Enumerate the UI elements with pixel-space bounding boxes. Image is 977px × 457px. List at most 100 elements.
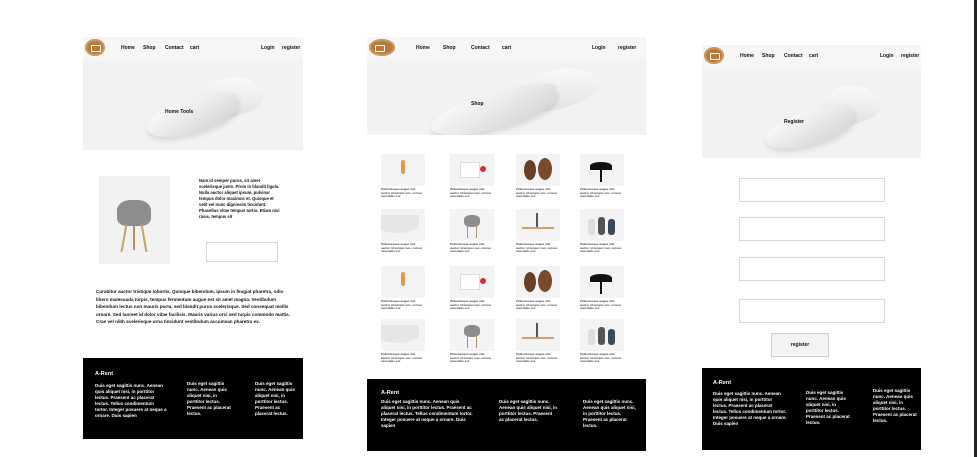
bottles-image	[580, 319, 624, 351]
nav-home[interactable]: Home	[740, 53, 754, 59]
logo-icon[interactable]	[704, 47, 724, 64]
product-card[interactable]: Pellentesque augue nisl, auctor id tempo…	[580, 266, 624, 311]
register-field-4[interactable]	[739, 299, 885, 323]
nav-home[interactable]: Home	[416, 45, 430, 51]
navbar: Home Shop Contact cart Login register	[367, 37, 646, 59]
product-card[interactable]: Pellentesque augue nisl, auctor id tempo…	[516, 266, 560, 311]
product-caption: Pellentesque augue nisl, auctor id tempo…	[381, 352, 423, 364]
logo-icon[interactable]	[369, 39, 395, 56]
product-description: Nam id semper purus, sit amet scelerisqu…	[199, 178, 280, 219]
footer: A-Rent Duis eget sagittis nunc. Aenean q…	[83, 358, 303, 439]
product-card[interactable]: Pellentesque augue nisl, auctor id tempo…	[580, 154, 624, 199]
hero-banner: Register	[702, 67, 921, 158]
table-lamp-image	[450, 154, 494, 186]
product-caption: Pellentesque augue nisl, auctor id tempo…	[580, 187, 622, 199]
product-caption: Pellentesque augue nisl, auctor id tempo…	[450, 187, 492, 199]
nav-contact[interactable]: Contact	[784, 53, 803, 59]
vases-image	[516, 266, 560, 298]
product-card[interactable]: Pellentesque augue nisl, auctor id tempo…	[516, 209, 560, 254]
product-card[interactable]: Pellentesque augue nisl, auctor id tempo…	[381, 319, 425, 364]
product-card[interactable]: Pellentesque augue nisl, auctor id tempo…	[450, 319, 494, 364]
footer-col-3: Duis eget sagittis nunc. Aenean quis ali…	[255, 381, 295, 416]
product-caption: Pellentesque augue nisl, auctor id tempo…	[381, 299, 423, 311]
hero-title: Register	[784, 119, 805, 125]
footer-brand: A-Rent	[381, 390, 400, 396]
nav-shop[interactable]: Shop	[762, 53, 775, 59]
product-caption: Pellentesque augue nisl, auctor id tempo…	[580, 299, 622, 311]
pendant-lamp-image	[381, 154, 425, 186]
chair-leg	[140, 224, 148, 252]
product-caption: Pellentesque augue nisl, auctor id tempo…	[516, 242, 558, 254]
nav-home[interactable]: Home	[121, 45, 135, 51]
ceiling-lamp-image	[381, 319, 425, 351]
nav-login[interactable]: Login	[592, 45, 606, 51]
nav-shop[interactable]: Shop	[443, 45, 456, 51]
hero-title: Home Tools	[165, 109, 194, 115]
footer-col-3: Duis eget sagittis nunc. Aenean quis ali…	[873, 388, 917, 423]
hero-banner: Shop	[367, 59, 646, 135]
footer-col-2: Duis eget sagittis nunc. Aenean quis ali…	[187, 381, 231, 416]
product-card[interactable]: Pellentesque augue nisl, auctor id tempo…	[381, 154, 425, 199]
footer-col-1: Duis eget sagittis nunc. Aenean quis ali…	[713, 391, 787, 426]
footer-col-1: Duis eget sagittis nunc. Aenean quis ali…	[381, 399, 473, 428]
product-caption: Pellentesque augue nisl, auctor id tempo…	[516, 352, 558, 364]
product-caption: Pellentesque augue nisl, auctor id tempo…	[580, 352, 622, 364]
nav-login[interactable]: Login	[880, 53, 894, 59]
footer: A-Rent Duis eget sagittis nunc. Aenean q…	[367, 379, 646, 451]
navbar: Home Shop Contact cart Login register	[702, 45, 921, 67]
nav-login[interactable]: Login	[261, 45, 275, 51]
nav-cart[interactable]: cart	[502, 45, 511, 51]
chair-leg	[120, 224, 128, 252]
footer: A-Rent Duis eget sagittis nunc. Aenean q…	[702, 368, 921, 450]
nav-contact[interactable]: Contact	[471, 45, 490, 51]
product-card[interactable]: Pellentesque augue nisl, auctor id tempo…	[450, 266, 494, 311]
desk-lamp-image	[580, 266, 624, 298]
product-caption: Pellentesque augue nisl, auctor id tempo…	[450, 242, 492, 254]
navbar: Home Shop Contact cart Login register	[83, 37, 303, 59]
product-card[interactable]: Pellentesque augue nisl, auctor id tempo…	[381, 266, 425, 311]
chair-image	[450, 319, 494, 351]
register-field-3[interactable]	[739, 257, 885, 281]
product-card[interactable]: Pellentesque augue nisl, auctor id tempo…	[381, 209, 425, 254]
product-card[interactable]: Pellentesque augue nisl, auctor id tempo…	[450, 209, 494, 254]
ceiling-lamp-image	[381, 209, 425, 241]
nav-cart[interactable]: cart	[190, 45, 199, 51]
register-button[interactable]: register	[771, 333, 829, 357]
nav-shop[interactable]: Shop	[143, 45, 156, 51]
footer-col-3: Duis eget sagittis nunc. Aenean quis ali…	[583, 399, 636, 428]
product-card[interactable]: Pellentesque augue nisl, auctor id tempo…	[580, 209, 624, 254]
product-card[interactable]: Pellentesque augue nisl, auctor id tempo…	[516, 319, 560, 364]
register-field-1[interactable]	[739, 178, 885, 202]
product-caption: Pellentesque augue nisl, auctor id tempo…	[450, 299, 492, 311]
chair-leg	[133, 226, 135, 250]
pendant-lamp-image	[381, 266, 425, 298]
footer-col-1: Duis eget sagittis nunc. Aenean quis ali…	[95, 383, 167, 418]
footer-col-2: Duis eget sagittis nunc. Aenean quis ali…	[806, 390, 850, 425]
product-card[interactable]: Pellentesque augue nisl, auctor id tempo…	[516, 154, 560, 199]
nav-register[interactable]: register	[901, 53, 919, 59]
chair-seat	[761, 101, 859, 155]
nav-register[interactable]: register	[282, 45, 300, 51]
nav-contact[interactable]: Contact	[165, 45, 184, 51]
product-card[interactable]: Pellentesque augue nisl, auctor id tempo…	[450, 154, 494, 199]
nav-register[interactable]: register	[618, 45, 636, 51]
product-caption: Pellentesque augue nisl, auctor id tempo…	[580, 242, 622, 254]
hero-banner: Home Tools	[83, 59, 303, 150]
logo-icon[interactable]	[85, 39, 105, 56]
hero-title: Shop	[471, 101, 484, 107]
shelf-lamp-image	[516, 319, 560, 351]
product-image	[99, 176, 170, 264]
product-card[interactable]: Pellentesque augue nisl, auctor id tempo…	[580, 319, 624, 364]
product-caption: Pellentesque augue nisl, auctor id tempo…	[516, 187, 558, 199]
chair-seat	[426, 79, 562, 135]
mockup-shop: Home Shop Contact cart Login register Sh…	[367, 37, 646, 451]
chair-seat-shape	[117, 200, 151, 226]
product-caption: Pellentesque augue nisl, auctor id tempo…	[516, 299, 558, 311]
footer-brand: A-Rent	[95, 371, 114, 377]
chair-image	[450, 209, 494, 241]
mockup-register: Home Shop Contact cart Login register Re…	[702, 45, 921, 450]
product-input[interactable]	[206, 242, 278, 262]
footer-col-2: Duis eget sagittis nunc. Aenean quis ali…	[499, 399, 558, 422]
nav-cart[interactable]: cart	[809, 53, 818, 59]
register-field-2[interactable]	[739, 217, 885, 241]
